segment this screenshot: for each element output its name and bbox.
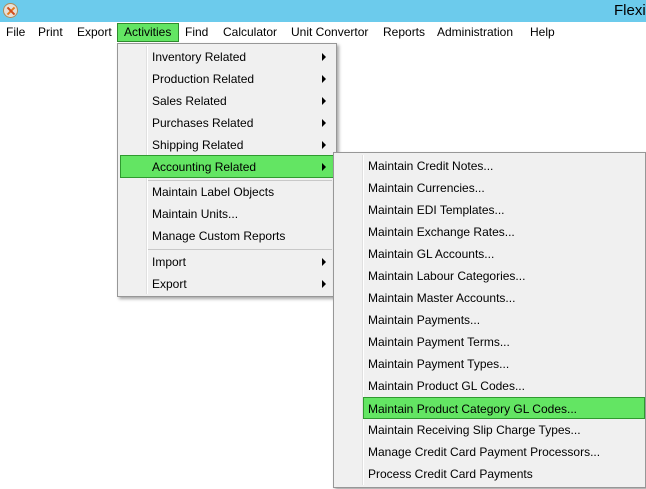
title-bar: Flexi bbox=[0, 0, 646, 22]
menu-item-process-credit-card-payments[interactable]: Process Credit Card Payments bbox=[336, 463, 645, 485]
menu-item-maintain-payment-terms[interactable]: Maintain Payment Terms... bbox=[336, 331, 645, 353]
menu-item-label: Production Related bbox=[152, 72, 255, 86]
menu-item-manage-credit-card-payment-processors[interactable]: Manage Credit Card Payment Processors... bbox=[336, 441, 645, 463]
menu-administration[interactable]: Administration bbox=[431, 23, 519, 42]
menu-item-label: Maintain Payment Types... bbox=[368, 357, 510, 371]
menu-item-maintain-exchange-rates[interactable]: Maintain Exchange Rates... bbox=[336, 221, 645, 243]
menu-print[interactable]: Print bbox=[32, 23, 69, 42]
accounting-submenu: Maintain Credit Notes... Maintain Curren… bbox=[333, 152, 646, 488]
menu-item-label: Maintain Units... bbox=[152, 207, 239, 221]
menu-item-accounting-related[interactable]: Accounting Related bbox=[120, 155, 334, 178]
menu-item-import[interactable]: Import bbox=[120, 251, 334, 273]
menu-item-label: Inventory Related bbox=[152, 50, 247, 64]
menu-item-maintain-label-objects[interactable]: Maintain Label Objects bbox=[120, 181, 334, 203]
menu-item-label: Maintain Payments... bbox=[368, 313, 481, 327]
menu-item-label: Maintain GL Accounts... bbox=[368, 247, 495, 261]
app-icon[interactable] bbox=[3, 3, 18, 18]
menu-item-label: Process Credit Card Payments bbox=[368, 467, 533, 481]
menu-item-label: Accounting Related bbox=[152, 160, 257, 174]
menu-item-maintain-master-accounts[interactable]: Maintain Master Accounts... bbox=[336, 287, 645, 309]
submenu-arrow-icon bbox=[322, 97, 326, 105]
menu-item-production-related[interactable]: Production Related bbox=[120, 68, 334, 90]
menu-calculator[interactable]: Calculator bbox=[217, 23, 283, 42]
menu-item-maintain-gl-accounts[interactable]: Maintain GL Accounts... bbox=[336, 243, 645, 265]
menu-reports[interactable]: Reports bbox=[377, 23, 431, 42]
menu-item-maintain-currencies[interactable]: Maintain Currencies... bbox=[336, 177, 645, 199]
menu-unit-convertor[interactable]: Unit Convertor bbox=[285, 23, 374, 42]
submenu-arrow-icon bbox=[322, 280, 326, 288]
menu-item-maintain-product-gl-codes[interactable]: Maintain Product GL Codes... bbox=[336, 375, 645, 397]
menu-item-sales-related[interactable]: Sales Related bbox=[120, 90, 334, 112]
menu-item-purchases-related[interactable]: Purchases Related bbox=[120, 112, 334, 134]
menu-item-label: Maintain Label Objects bbox=[152, 185, 275, 199]
menu-item-label: Maintain Credit Notes... bbox=[368, 159, 494, 173]
menu-item-maintain-labour-categories[interactable]: Maintain Labour Categories... bbox=[336, 265, 645, 287]
menu-export[interactable]: Export bbox=[71, 23, 118, 42]
menu-bar: File Print Export Activities Find Calcul… bbox=[0, 22, 646, 43]
menu-item-label: Maintain Product Category GL Codes... bbox=[368, 402, 577, 416]
menu-item-label: Purchases Related bbox=[152, 116, 254, 130]
menu-item-label: Maintain Currencies... bbox=[368, 181, 485, 195]
menu-item-label: Manage Custom Reports bbox=[152, 229, 286, 243]
menu-item-maintain-product-category-gl-codes[interactable]: Maintain Product Category GL Codes... bbox=[363, 397, 645, 419]
submenu-arrow-icon bbox=[322, 141, 326, 149]
menu-item-label: Manage Credit Card Payment Processors... bbox=[368, 445, 601, 459]
submenu-arrow-icon bbox=[322, 53, 326, 61]
menu-item-maintain-payment-types[interactable]: Maintain Payment Types... bbox=[336, 353, 645, 375]
submenu-arrow-icon bbox=[322, 75, 326, 83]
menu-item-maintain-credit-notes[interactable]: Maintain Credit Notes... bbox=[336, 155, 645, 177]
submenu-arrow-icon bbox=[322, 163, 326, 171]
menu-file[interactable]: File bbox=[0, 23, 31, 42]
activities-dropdown: Inventory Related Production Related Sal… bbox=[117, 43, 337, 297]
menu-activities[interactable]: Activities bbox=[117, 23, 179, 42]
menu-separator bbox=[148, 249, 332, 250]
menu-item-label: Maintain Exchange Rates... bbox=[368, 225, 515, 239]
menu-help[interactable]: Help bbox=[524, 23, 561, 42]
menu-item-maintain-receiving-slip-charge-types[interactable]: Maintain Receiving Slip Charge Types... bbox=[336, 419, 645, 441]
window-title: Flexi bbox=[614, 2, 646, 19]
menu-item-manage-custom-reports[interactable]: Manage Custom Reports bbox=[120, 225, 334, 247]
menu-item-maintain-edi-templates[interactable]: Maintain EDI Templates... bbox=[336, 199, 645, 221]
menu-find[interactable]: Find bbox=[179, 23, 214, 42]
menu-item-label: Maintain Labour Categories... bbox=[368, 269, 526, 283]
submenu-arrow-icon bbox=[322, 258, 326, 266]
menu-item-inventory-related[interactable]: Inventory Related bbox=[120, 46, 334, 68]
menu-item-label: Maintain Receiving Slip Charge Types... bbox=[368, 423, 581, 437]
menu-item-shipping-related[interactable]: Shipping Related bbox=[120, 134, 334, 156]
menu-item-label: Export bbox=[152, 277, 187, 291]
menu-item-label: Maintain Payment Terms... bbox=[368, 335, 510, 349]
menu-item-label: Shipping Related bbox=[152, 138, 244, 152]
menu-item-maintain-units[interactable]: Maintain Units... bbox=[120, 203, 334, 225]
submenu-arrow-icon bbox=[322, 119, 326, 127]
menu-item-export[interactable]: Export bbox=[120, 273, 334, 295]
menu-item-label: Maintain EDI Templates... bbox=[368, 203, 505, 217]
menu-item-label: Sales Related bbox=[152, 94, 227, 108]
menu-item-label: Maintain Master Accounts... bbox=[368, 291, 516, 305]
menu-item-label: Maintain Product GL Codes... bbox=[368, 379, 525, 393]
menu-item-label: Import bbox=[152, 255, 187, 269]
menu-item-maintain-payments[interactable]: Maintain Payments... bbox=[336, 309, 645, 331]
